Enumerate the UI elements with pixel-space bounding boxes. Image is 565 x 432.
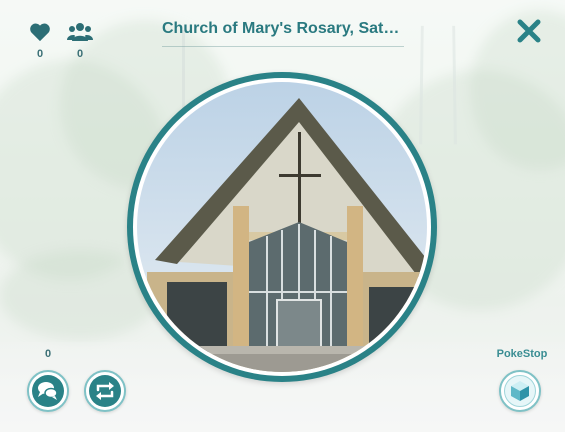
share-button[interactable] — [84, 370, 126, 412]
title-divider — [162, 46, 404, 47]
likes-count: 0 — [36, 48, 44, 60]
likes-counter[interactable]: 0 — [23, 22, 57, 60]
cube-icon — [511, 381, 529, 401]
comments-count: 0 — [44, 348, 52, 360]
chat-icon — [38, 382, 58, 400]
pokestop-detail-screen: 0 0 Church of Mary's Rosary, Satt… 0 Pok… — [0, 0, 565, 432]
church-photo-image — [137, 82, 427, 372]
pokestop-label: PokeStop — [496, 348, 548, 360]
pokestop-button[interactable] — [499, 370, 541, 412]
people-icon — [67, 23, 93, 41]
photo-frame — [127, 72, 437, 382]
heart-icon — [30, 23, 50, 42]
members-count: 0 — [76, 48, 84, 60]
pokestop-photo[interactable] — [137, 82, 427, 372]
comments-button[interactable] — [27, 370, 69, 412]
share-icon — [96, 382, 114, 400]
members-counter[interactable]: 0 — [63, 22, 97, 60]
close-button[interactable] — [516, 18, 542, 44]
pokestop-title: Church of Mary's Rosary, Satt… — [162, 20, 404, 37]
close-icon — [517, 19, 541, 43]
